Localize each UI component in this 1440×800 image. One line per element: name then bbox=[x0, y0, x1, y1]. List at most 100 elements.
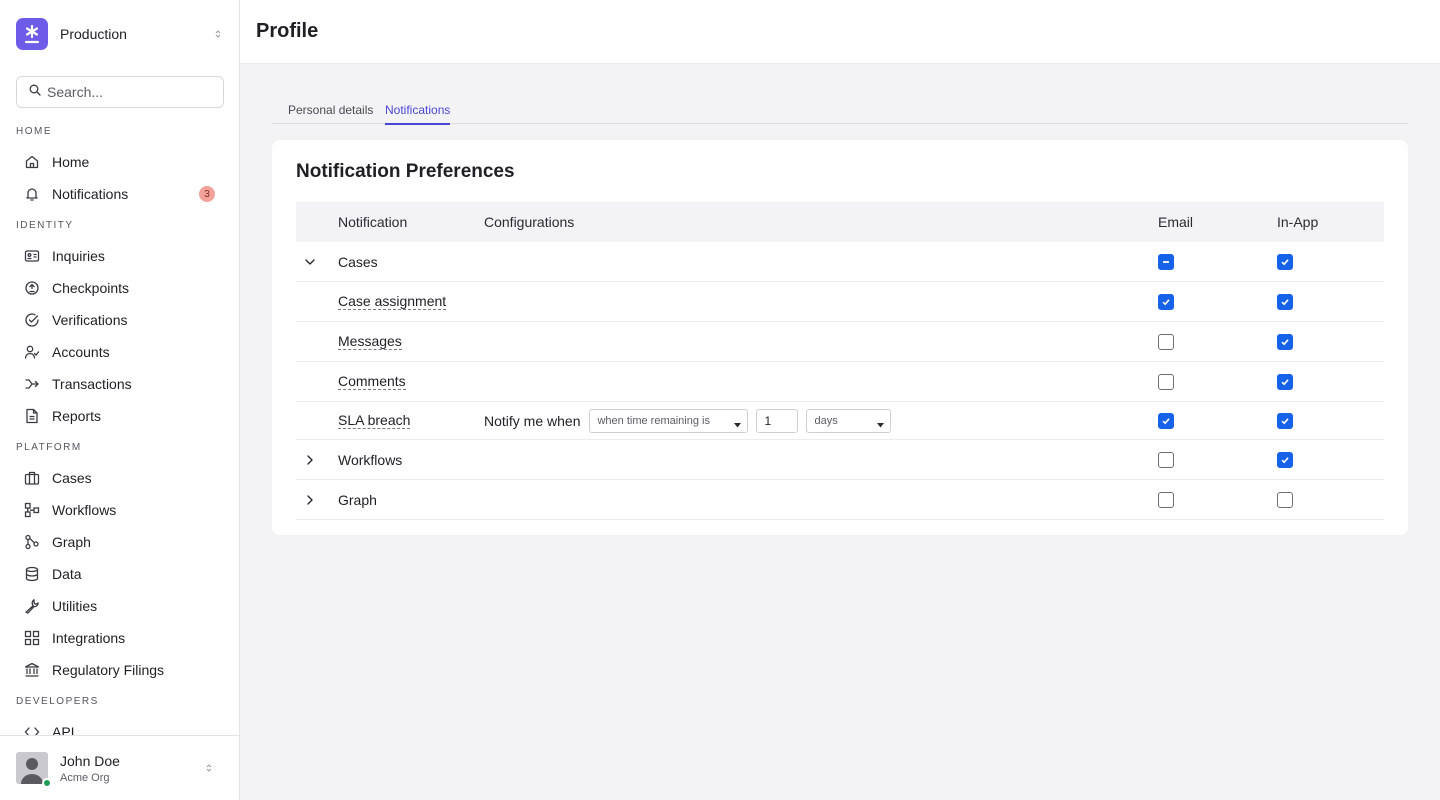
inapp-checkbox[interactable] bbox=[1277, 412, 1293, 429]
chevron-updown-icon bbox=[203, 761, 215, 775]
chevron-updown-icon bbox=[212, 27, 224, 41]
sidebar-item-checkpoints[interactable]: Checkpoints bbox=[0, 272, 239, 304]
table-row: Messages bbox=[296, 322, 1384, 362]
unit-select-value: days bbox=[814, 414, 838, 427]
sidebar-item-api[interactable]: API bbox=[0, 716, 239, 736]
sidebar-item-label: Utilities bbox=[52, 598, 98, 614]
workflow-icon bbox=[24, 502, 40, 518]
sidebar-item-integrations[interactable]: Integrations bbox=[0, 622, 239, 654]
org-switcher[interactable]: Production bbox=[16, 18, 224, 50]
chevron-right-icon[interactable] bbox=[304, 440, 324, 479]
time-value-input[interactable] bbox=[756, 408, 799, 433]
briefcase-icon bbox=[24, 470, 40, 486]
sidebar-item-data[interactable]: Data bbox=[0, 558, 239, 590]
section-title-identity: IDENTITY bbox=[16, 220, 74, 231]
sidebar-item-inquiries[interactable]: Inquiries bbox=[0, 240, 239, 272]
sidebar-item-transactions[interactable]: Transactions bbox=[0, 368, 239, 400]
sidebar-nav: HOME Home Notifications 3 IDENTITY Inqui… bbox=[0, 116, 239, 736]
sidebar-item-label: Accounts bbox=[52, 344, 110, 360]
email-checkbox[interactable] bbox=[1158, 373, 1174, 390]
email-checkbox[interactable] bbox=[1158, 333, 1174, 350]
sidebar-item-notifications[interactable]: Notifications 3 bbox=[0, 178, 239, 210]
notification-name: Cases bbox=[338, 253, 378, 270]
search-input[interactable] bbox=[47, 84, 207, 100]
tab-personal-details[interactable]: Personal details bbox=[288, 103, 373, 123]
grid-icon bbox=[24, 630, 40, 646]
checkpoint-icon bbox=[24, 280, 40, 296]
sidebar-item-workflows[interactable]: Workflows bbox=[0, 494, 239, 526]
table-row: Graph bbox=[296, 480, 1384, 520]
graph-icon bbox=[24, 534, 40, 550]
notification-name: Comments bbox=[338, 373, 406, 390]
notification-name: Graph bbox=[338, 491, 377, 508]
page-title: Profile bbox=[256, 20, 319, 42]
user-org: Acme Org bbox=[60, 771, 110, 784]
inapp-checkbox[interactable] bbox=[1277, 333, 1293, 350]
sla-config: Notify me when when time remaining is da… bbox=[484, 402, 892, 439]
sidebar: Production HOME Home Notifications 3 IDE… bbox=[0, 0, 240, 800]
check-circle-icon bbox=[24, 312, 40, 328]
table-row: Case assignment bbox=[296, 282, 1384, 322]
notification-preferences-card: Notification Preferences Notification Co… bbox=[272, 140, 1408, 535]
sidebar-item-home[interactable]: Home bbox=[0, 146, 239, 178]
column-header-notification: Notification bbox=[338, 214, 408, 230]
sidebar-item-reports[interactable]: Reports bbox=[0, 400, 239, 432]
sidebar-item-label: Transactions bbox=[52, 376, 132, 392]
notification-name: SLA breach bbox=[338, 412, 411, 429]
email-checkbox[interactable] bbox=[1158, 412, 1174, 429]
sidebar-item-accounts[interactable]: Accounts bbox=[0, 336, 239, 368]
sidebar-item-label: Checkpoints bbox=[52, 280, 130, 296]
inapp-checkbox[interactable] bbox=[1277, 293, 1293, 310]
database-icon bbox=[24, 566, 40, 582]
sidebar-item-label: Workflows bbox=[52, 502, 117, 518]
org-name: Production bbox=[60, 26, 127, 42]
notification-name: Case assignment bbox=[338, 293, 447, 310]
report-icon bbox=[24, 408, 40, 424]
sidebar-item-regulatory-filings[interactable]: Regulatory Filings bbox=[0, 654, 239, 686]
user-menu[interactable]: John Doe Acme Org bbox=[0, 735, 239, 800]
table-header: Notification Configurations Email In-App bbox=[296, 202, 1384, 242]
sidebar-item-utilities[interactable]: Utilities bbox=[0, 590, 239, 622]
user-check-icon bbox=[24, 344, 40, 360]
user-name: John Doe bbox=[60, 752, 120, 769]
email-checkbox[interactable] bbox=[1158, 491, 1174, 508]
inapp-checkbox[interactable] bbox=[1277, 253, 1293, 270]
sidebar-item-label: Regulatory Filings bbox=[52, 662, 165, 678]
chevron-down-icon[interactable] bbox=[304, 242, 324, 281]
tab-notifications[interactable]: Notifications bbox=[385, 103, 451, 125]
sidebar-item-label: Reports bbox=[52, 408, 102, 424]
inapp-checkbox[interactable] bbox=[1277, 451, 1293, 468]
sidebar-item-label: Cases bbox=[52, 470, 92, 486]
profile-tabs: Personal details Notifications bbox=[272, 96, 1408, 125]
caret-down-icon bbox=[877, 419, 885, 431]
email-checkbox[interactable] bbox=[1158, 253, 1174, 270]
email-checkbox[interactable] bbox=[1158, 451, 1174, 468]
inapp-checkbox[interactable] bbox=[1277, 491, 1293, 508]
online-status-icon bbox=[42, 778, 52, 788]
caret-down-icon bbox=[734, 419, 742, 431]
sidebar-item-cases[interactable]: Cases bbox=[0, 462, 239, 494]
sidebar-item-label: Graph bbox=[52, 534, 91, 550]
id-card-icon bbox=[24, 248, 40, 264]
search-icon bbox=[29, 83, 41, 101]
inapp-checkbox[interactable] bbox=[1277, 373, 1293, 390]
section-title-platform: PLATFORM bbox=[16, 442, 82, 453]
wrench-icon bbox=[24, 598, 40, 614]
condition-select[interactable]: when time remaining is bbox=[589, 408, 749, 433]
email-checkbox[interactable] bbox=[1158, 293, 1174, 310]
sidebar-item-label: Data bbox=[52, 566, 82, 582]
page-header: Profile bbox=[240, 0, 1440, 64]
condition-select-value: when time remaining is bbox=[597, 414, 710, 427]
column-header-configurations: Configurations bbox=[484, 214, 575, 230]
table-row: Comments bbox=[296, 362, 1384, 402]
sidebar-item-label: Inquiries bbox=[52, 248, 105, 264]
table-row: Cases bbox=[296, 242, 1384, 282]
bell-icon bbox=[24, 186, 40, 202]
sidebar-item-label: Verifications bbox=[52, 312, 128, 328]
sidebar-item-verifications[interactable]: Verifications bbox=[0, 304, 239, 336]
home-icon bbox=[24, 154, 40, 170]
search-box[interactable] bbox=[16, 76, 224, 108]
unit-select[interactable]: days bbox=[806, 408, 892, 433]
sidebar-item-graph[interactable]: Graph bbox=[0, 526, 239, 558]
chevron-right-icon[interactable] bbox=[304, 480, 324, 519]
